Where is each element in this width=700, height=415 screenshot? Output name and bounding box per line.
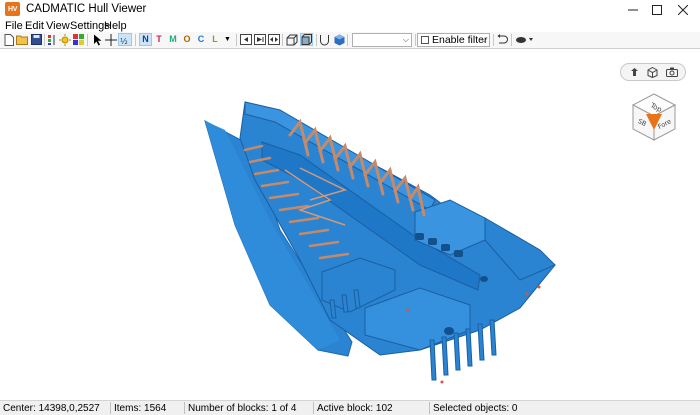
menu-bar: File Edit View Settings Help	[0, 19, 700, 32]
open-folder-icon[interactable]	[16, 33, 28, 46]
status-blocks: Number of blocks: 1 of 4	[188, 403, 297, 414]
filter-checkbox[interactable]	[421, 36, 429, 44]
status-center: Center: 14398,0,2527	[3, 403, 100, 414]
chevron-down-icon: ⌵	[480, 35, 487, 44]
title-bar: HV CADMATIC Hull Viewer	[0, 0, 700, 19]
color-grid-icon[interactable]	[72, 33, 84, 46]
pan-rotate-icon[interactable]	[627, 66, 641, 78]
select-pointer-icon[interactable]	[91, 33, 103, 46]
filter-l-icon[interactable]: L	[209, 33, 221, 46]
window-title: CADMATIC Hull Viewer	[26, 3, 147, 15]
status-active-block: Active block: 102	[317, 403, 393, 414]
filter-label: Enable filter	[432, 34, 488, 46]
display-style-dropdown-icon[interactable]	[515, 33, 535, 46]
app-logo-icon: HV	[5, 2, 20, 16]
close-icon[interactable]	[666, 0, 700, 19]
filter-c-icon[interactable]: C	[195, 33, 207, 46]
wireframe-box-icon[interactable]	[286, 33, 298, 46]
solid-box-icon[interactable]	[300, 33, 313, 46]
menu-help[interactable]: Help	[104, 20, 127, 32]
clip-plane-icon[interactable]	[318, 33, 330, 46]
status-selected: Selected objects: 0	[433, 403, 518, 414]
camera-icon[interactable]	[665, 66, 679, 78]
new-file-icon[interactable]	[3, 33, 15, 46]
status-bar: Center: 14398,0,2527 Items: 1564 Number …	[0, 400, 700, 415]
view-toolbox	[620, 63, 686, 81]
menu-edit[interactable]: Edit	[25, 20, 44, 32]
filter-combo[interactable]: Enable filter ⌵	[417, 33, 490, 47]
svg-text:½: ½	[120, 37, 128, 45]
menu-view[interactable]: View	[46, 20, 70, 32]
main-toolbar: ½ N T M O C L ▼ ⌵ Enable filter ⌵	[0, 32, 700, 49]
chevron-down-icon: ⌵	[402, 35, 409, 44]
filter-m-icon[interactable]: M	[167, 33, 179, 46]
light-settings-icon[interactable]	[59, 33, 71, 46]
menu-file[interactable]: File	[5, 20, 23, 32]
shaded-cube-icon[interactable]	[333, 33, 345, 46]
view-cube-icon[interactable]: Top Fore SB	[628, 92, 680, 144]
status-items: Items: 1564	[114, 403, 167, 414]
hull-model-render[interactable]	[0, 50, 700, 400]
zoom-measure-icon[interactable]: ½	[118, 33, 132, 46]
filter-n-icon[interactable]: N	[139, 33, 152, 46]
pan-move-icon[interactable]	[105, 33, 117, 46]
filter-o-icon[interactable]: O	[181, 33, 193, 46]
chevron-down-icon[interactable]: ▼	[223, 33, 232, 46]
3d-viewport[interactable]: Top Fore SB	[0, 50, 700, 400]
undo-arrow-icon[interactable]	[496, 33, 508, 46]
model-selector-combo[interactable]: ⌵	[352, 33, 412, 47]
previous-block-icon[interactable]	[240, 33, 252, 46]
next-block-icon[interactable]	[254, 33, 266, 46]
all-blocks-icon[interactable]	[268, 33, 280, 46]
sort-tool-icon[interactable]	[46, 33, 58, 46]
filter-t-icon[interactable]: T	[153, 33, 165, 46]
save-icon[interactable]	[30, 33, 42, 46]
view-cube-toggle-icon[interactable]	[646, 66, 660, 78]
